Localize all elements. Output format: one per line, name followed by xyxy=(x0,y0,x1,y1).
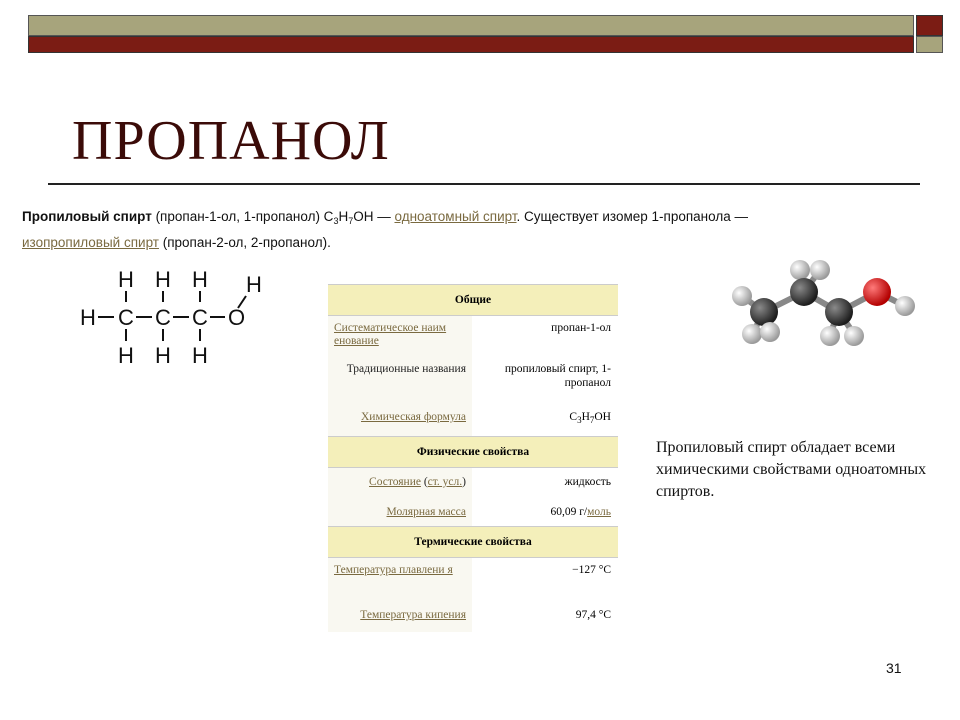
intro-bold-term: Пропиловый спирт xyxy=(22,209,152,224)
header-decoration xyxy=(28,15,943,55)
title-divider xyxy=(48,183,920,185)
slide-title: ПРОПАНОЛ xyxy=(72,110,390,172)
intro-text: H xyxy=(338,209,349,224)
systematic-name-link[interactable]: Систематическое наим енование xyxy=(328,316,472,356)
hydrogen-atom xyxy=(810,260,830,280)
link-monohydric-alcohol[interactable]: одноатомный спирт xyxy=(394,209,516,224)
description-text: Пропиловый спирт обладает всеми химическ… xyxy=(656,439,927,500)
molar-mass-number: 60,09 г/ xyxy=(550,506,588,518)
intro-text: (пропан-1-ол, 1-пропанол) C xyxy=(151,209,334,224)
boiling-point-value: 97,4 °C xyxy=(472,602,618,632)
state-link[interactable]: Состояние xyxy=(369,476,421,488)
atom-c: C xyxy=(155,305,171,330)
formula-part: OH xyxy=(594,411,611,423)
structural-formula: H H H H H C C C O H H H xyxy=(80,267,262,368)
table-row: Температура кипения 97,4 °C xyxy=(328,602,618,632)
atom-c: C xyxy=(192,305,208,330)
state-value: жидкость xyxy=(472,468,618,498)
red-square xyxy=(916,15,943,36)
hydrogen-atom xyxy=(844,326,864,346)
table-row: Состояние (ст. усл.) жидкость xyxy=(328,468,618,498)
atom-h: H xyxy=(192,343,208,368)
oxygen-atom xyxy=(863,278,891,306)
table-row: Химическая формула C3H7OH xyxy=(328,406,618,436)
hydrogen-atom xyxy=(732,286,752,306)
melting-point-link[interactable]: Температура плавлени я xyxy=(328,558,472,602)
intro-paragraph: Пропиловый спирт (пропан-1-ол, 1-пропано… xyxy=(22,206,812,254)
atom-c: C xyxy=(118,305,134,330)
traditional-names-label: Традиционные названия xyxy=(346,363,466,375)
mole-link[interactable]: моль xyxy=(587,506,611,518)
molar-mass-link[interactable]: Молярная масса xyxy=(328,498,472,526)
table-row: Традиционные названия пропиловый спирт, … xyxy=(328,356,618,406)
atom-o: O xyxy=(228,305,245,330)
hydrogen-atom xyxy=(790,260,810,280)
paren: ) xyxy=(462,476,466,488)
state-label: Состояние (ст. усл.) xyxy=(328,468,472,498)
paren: ( xyxy=(420,476,428,488)
intro-text: . Существует изомер 1-пропанола — xyxy=(516,209,748,224)
melting-point-value: −127 °C xyxy=(472,558,618,602)
hydrogen-atom xyxy=(760,322,780,342)
traditional-names-value: пропиловый спирт, 1-пропанол xyxy=(472,356,618,406)
properties-table: Общие Систематическое наим енование проп… xyxy=(328,284,618,632)
carbon-atom xyxy=(790,278,818,306)
boiling-point-link[interactable]: Температура кипения xyxy=(328,602,472,632)
section-header-general: Общие xyxy=(328,284,618,316)
atom-h: H xyxy=(118,267,134,292)
atom-h: H xyxy=(155,267,171,292)
section-header-thermal: Термические свойства xyxy=(328,526,618,558)
atom-h: H xyxy=(155,343,171,368)
atom-h: H xyxy=(246,272,262,297)
chemical-formula-link[interactable]: Химическая формула xyxy=(328,406,472,436)
systematic-name-value: пропан-1-ол xyxy=(472,316,618,356)
table-row: Молярная масса 60,09 г/моль xyxy=(328,498,618,526)
formula-part: H xyxy=(581,411,590,423)
carbon-atom xyxy=(750,298,778,326)
carbon-atom xyxy=(825,298,853,326)
standard-conditions-link[interactable]: ст. усл. xyxy=(428,476,462,488)
olive-bar xyxy=(28,15,914,36)
table-row: Систематическое наим енование пропан-1-о… xyxy=(328,316,618,356)
table-row: Температура плавлени я −127 °C xyxy=(328,558,618,602)
hydrogen-atom xyxy=(895,296,915,316)
intro-text: (пропан-2-ол, 2-пропанол). xyxy=(158,235,331,250)
molar-mass-value: 60,09 г/моль xyxy=(472,498,618,526)
hydrogen-atom xyxy=(742,324,762,344)
formula-part: C xyxy=(569,411,578,423)
red-bar xyxy=(28,36,914,53)
olive-square xyxy=(916,36,943,53)
page-number: 31 xyxy=(886,660,902,676)
atom-h: H xyxy=(80,305,96,330)
link-isopropyl-alcohol[interactable]: изопропиловый спирт xyxy=(22,235,159,250)
hydrogen-atom xyxy=(820,326,840,346)
atom-h: H xyxy=(118,343,134,368)
atom-h: H xyxy=(192,267,208,292)
intro-text: OH — xyxy=(353,209,395,224)
chemical-formula-value: C3H7OH xyxy=(472,406,618,436)
molecule-3d-model xyxy=(732,260,915,346)
section-header-physical: Физические свойства xyxy=(328,436,618,468)
